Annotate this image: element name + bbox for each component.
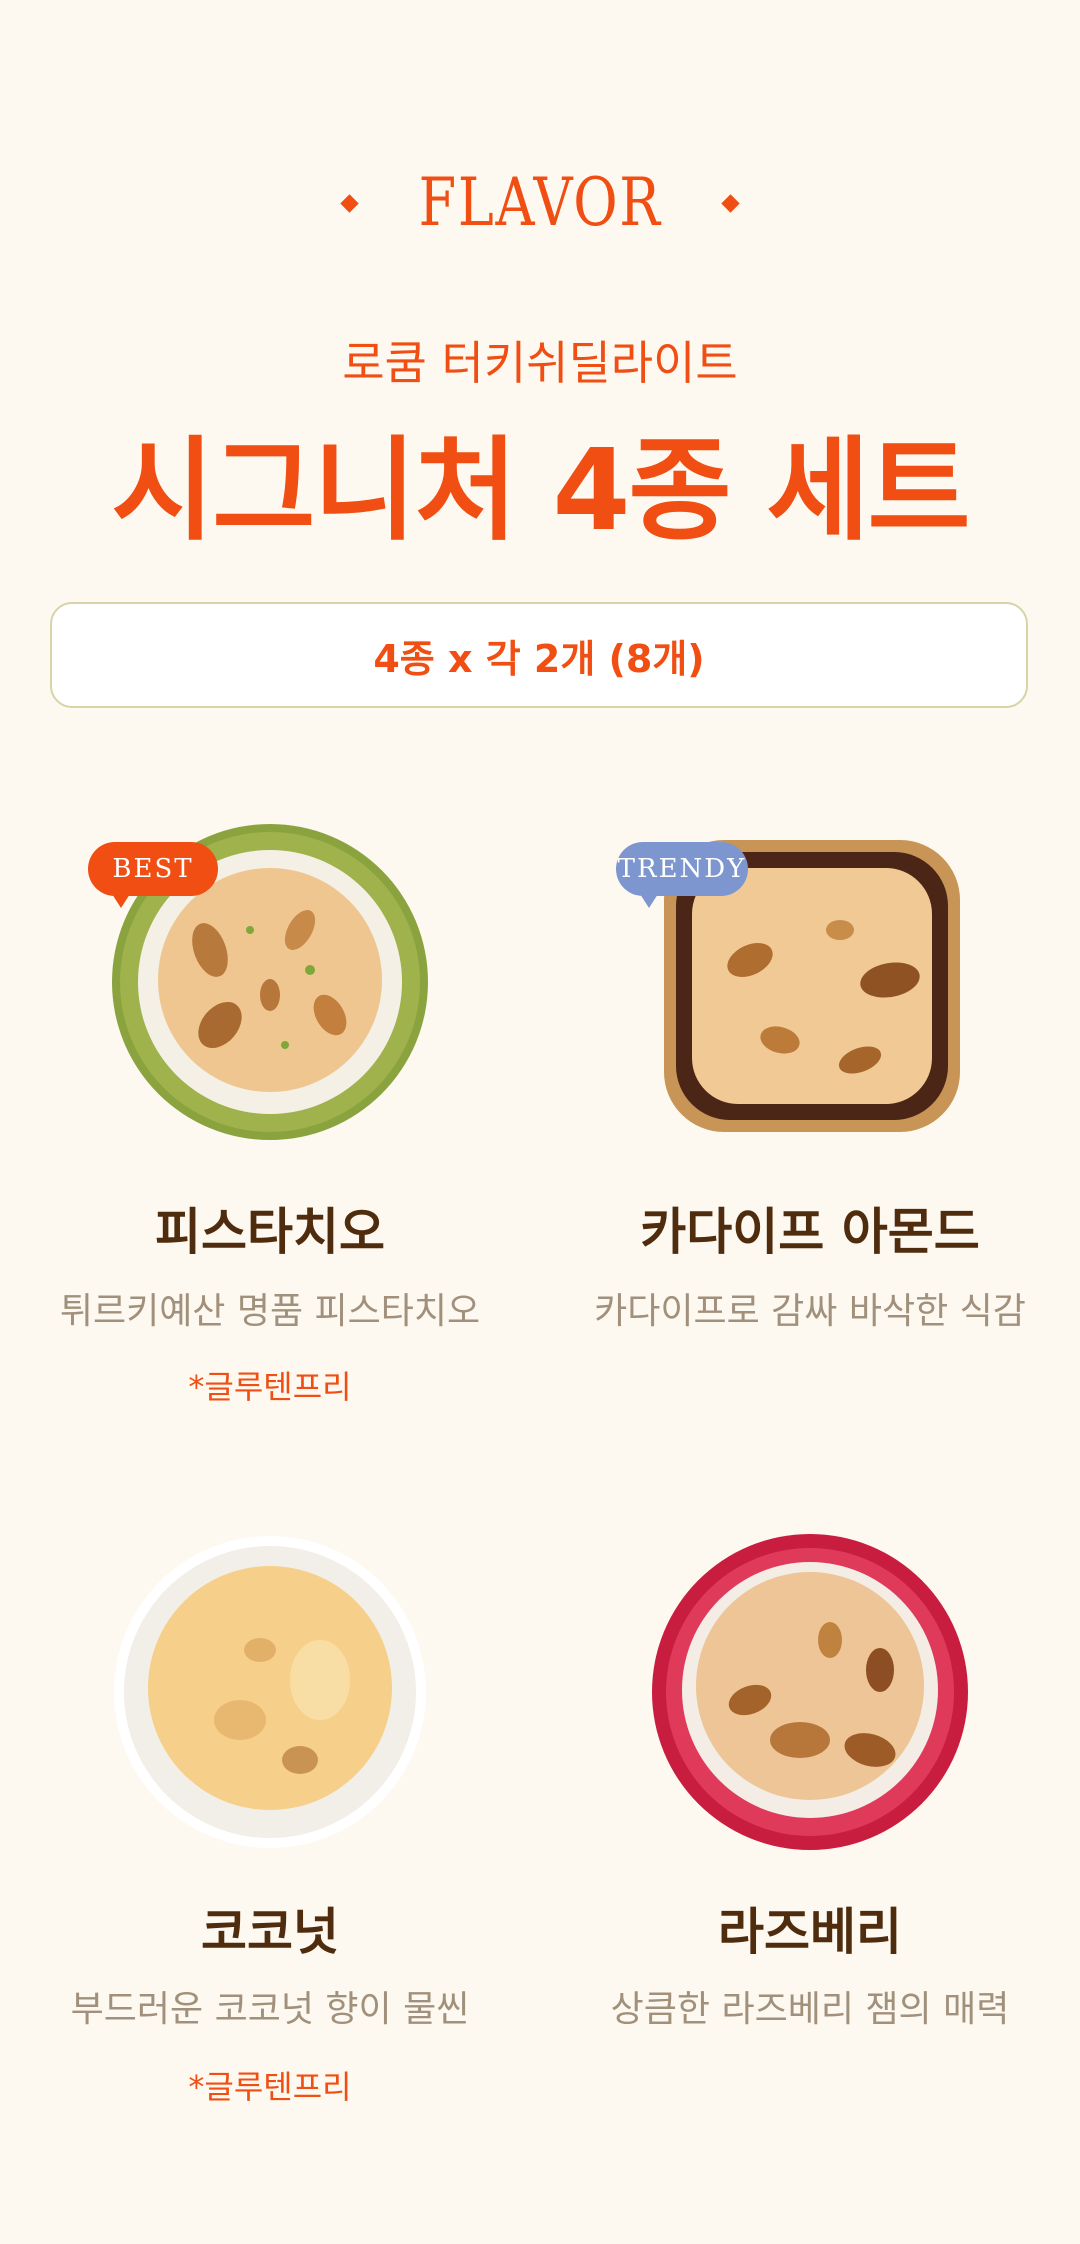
product-description: 튀르키예산 명품 피스타치오	[59, 1291, 481, 1332]
coconut-image	[100, 1530, 440, 1850]
set-info-box: 4종 x 각 2개 (8개)	[50, 602, 1028, 708]
product-name: 라즈베리	[718, 1903, 902, 1961]
product-name: 카다이프 아몬드	[640, 1203, 980, 1261]
page: FLAVOR 로쿰 터키쉬딜라이트 시그니처 4종 세트 4종 x 각 2개 (…	[0, 0, 1080, 2244]
best-badge: BEST	[88, 842, 218, 908]
product-name: 피스타치오	[155, 1203, 385, 1261]
raspberry-image	[640, 1530, 980, 1850]
diamond-right-icon	[721, 193, 740, 213]
gluten-free-note: *글루텐프리	[188, 2068, 352, 2106]
product-description: 상큼한 라즈베리 잼의 매력	[610, 1989, 1010, 2030]
diamond-left-icon	[340, 193, 359, 213]
flavor-header: FLAVOR	[0, 170, 1080, 236]
gluten-free-note: *글루텐프리	[188, 1368, 352, 1406]
flavor-label: FLAVOR	[418, 164, 662, 241]
subtitle: 로쿰 터키쉬딜라이트	[342, 336, 738, 390]
page-title: 시그니처 4종 세트	[111, 426, 970, 556]
set-info-text: 4종 x 각 2개 (8개)	[373, 636, 705, 681]
trendy-badge: TRENDY	[616, 842, 748, 908]
product-description: 카다이프로 감싸 바삭한 식감	[594, 1291, 1026, 1332]
product-description: 부드러운 코코넛 향이 물씬	[70, 1989, 470, 2030]
product-name: 코코넛	[201, 1903, 339, 1961]
